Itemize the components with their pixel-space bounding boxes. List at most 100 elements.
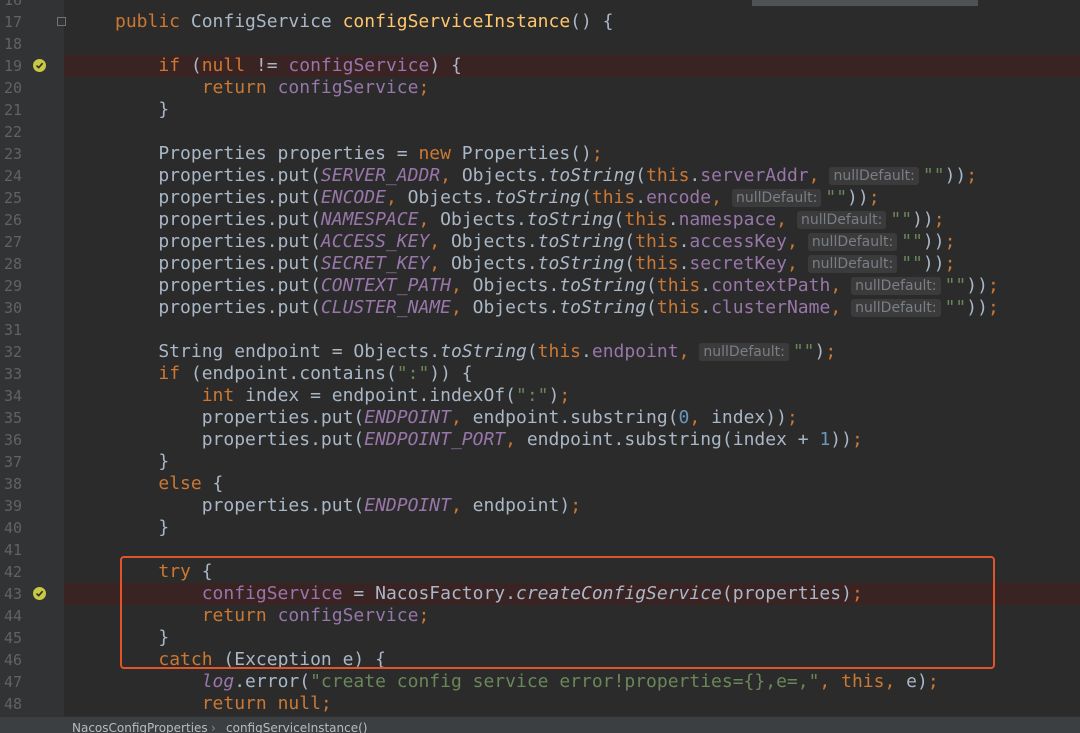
code-line[interactable]: } <box>64 99 1080 121</box>
gutter-line[interactable]: 39 <box>0 495 64 517</box>
gutter-line[interactable]: 37 <box>0 451 64 473</box>
code-line[interactable]: properties.put(NAMESPACE, Objects.toStri… <box>64 209 1080 231</box>
code-line[interactable]: properties.put(ENDPOINT, endpoint); <box>64 495 1080 517</box>
code-line[interactable]: int index = endpoint.indexOf(":"); <box>64 385 1080 407</box>
code-token: } <box>115 99 170 120</box>
code-line[interactable]: } <box>64 451 1080 473</box>
gutter-line[interactable]: 43 <box>0 583 64 605</box>
line-number: 17 <box>3 13 22 31</box>
code-token: "create config service error!properties=… <box>310 671 820 692</box>
breakpoint-check-icon[interactable] <box>33 587 46 600</box>
gutter-line[interactable]: 33 <box>0 363 64 385</box>
code-line[interactable]: if (null != configService) { <box>64 55 1080 77</box>
gutter-line[interactable]: 35 <box>0 407 64 429</box>
gutter-line[interactable]: 45 <box>0 627 64 649</box>
code-token: this <box>656 275 701 296</box>
code-line[interactable]: catch (Exception e) { <box>64 649 1080 671</box>
code-token: , <box>819 671 842 692</box>
code-token: , <box>884 671 907 692</box>
line-number: 47 <box>3 673 22 691</box>
breadcrumb-separator: › <box>211 721 216 733</box>
line-number: 37 <box>3 453 22 471</box>
code-token: configServiceInstance <box>342 11 571 32</box>
gutter-line[interactable]: 47 <box>0 671 64 693</box>
code-token: )) <box>912 209 934 230</box>
code-line[interactable] <box>64 33 1080 55</box>
code-token: , <box>505 429 527 450</box>
breadcrumb-class[interactable]: NacosConfigProperties <box>72 720 208 733</box>
code-token: , <box>450 275 473 296</box>
code-line[interactable]: properties.put(CONTEXT_PATH, Objects.toS… <box>64 275 1080 297</box>
code-token: "" <box>922 165 945 186</box>
code-line[interactable]: properties.put(ENDPOINT, endpoint.substr… <box>64 407 1080 429</box>
gutter-line[interactable]: 36 <box>0 429 64 451</box>
code-line[interactable]: else { <box>64 473 1080 495</box>
code-token: )) <box>847 187 869 208</box>
code-token: ; <box>825 341 837 362</box>
breakpoint-check-icon[interactable] <box>33 59 46 72</box>
gutter-line[interactable]: 19 <box>0 55 64 77</box>
code-line[interactable]: return null; <box>64 693 1080 715</box>
gutter-line[interactable]: 40 <box>0 517 64 539</box>
line-number: 24 <box>3 167 22 185</box>
gutter-line[interactable]: 46 <box>0 649 64 671</box>
code-line[interactable]: } <box>64 627 1080 649</box>
gutter-line[interactable]: 26 <box>0 209 64 231</box>
code-token: { <box>212 473 224 494</box>
code-line[interactable]: String endpoint = Objects.toString(this.… <box>64 341 1080 363</box>
gutter-line[interactable]: 38 <box>0 473 64 495</box>
code-line[interactable] <box>64 539 1080 561</box>
gutter-line[interactable]: 29 <box>0 275 64 297</box>
gutter-line[interactable]: 18 <box>0 33 64 55</box>
editor-gutter[interactable]: 16 17 18 19 20 21 22 23 24 25 26 27 28 29 30 31 32 33 34 35… <box>0 0 66 716</box>
gutter-line[interactable]: 30 <box>0 297 64 319</box>
gutter-line[interactable]: 48 <box>0 693 64 715</box>
parameter-hint: nullDefault: <box>851 277 941 295</box>
code-line[interactable]: Properties properties = new Properties()… <box>64 143 1080 165</box>
code-line[interactable]: log.error("create config service error!p… <box>64 671 1080 693</box>
gutter-line[interactable]: 34 <box>0 385 64 407</box>
gutter-line[interactable]: 17 <box>0 11 66 33</box>
gutter-line[interactable]: 22 <box>0 121 64 143</box>
gutter-line[interactable]: 27 <box>0 231 64 253</box>
code-token: e) <box>906 671 928 692</box>
gutter-line[interactable]: 20 <box>0 77 64 99</box>
code-token: , <box>450 407 473 428</box>
line-number: 38 <box>3 475 22 493</box>
gutter-line[interactable]: 23 <box>0 143 64 165</box>
code-line[interactable]: properties.put(CLUSTER_NAME, Objects.toS… <box>64 297 1080 319</box>
code-line[interactable]: try { <box>64 561 1080 583</box>
code-line[interactable]: properties.put(ACCESS_KEY, Objects.toStr… <box>64 231 1080 253</box>
code-line[interactable]: properties.put(SECRET_KEY, Objects.toStr… <box>64 253 1080 275</box>
gutter-line[interactable]: 31 <box>0 319 64 341</box>
code-line[interactable]: public ConfigService configServiceInstan… <box>64 11 1080 33</box>
code-line[interactable]: if (endpoint.contains(":")) { <box>64 363 1080 385</box>
code-token: toString <box>440 341 527 362</box>
code-token: ) <box>814 341 826 362</box>
code-line[interactable] <box>64 319 1080 341</box>
code-line[interactable]: return configService; <box>64 77 1080 99</box>
gutter-line[interactable]: 21 <box>0 99 64 121</box>
code-line[interactable]: return configService; <box>64 605 1080 627</box>
code-token: this <box>537 341 582 362</box>
code-line[interactable]: properties.put(ENCODE, Objects.toString(… <box>64 187 1080 209</box>
gutter-line[interactable]: 44 <box>0 605 64 627</box>
gutter-line[interactable]: 32 <box>0 341 64 363</box>
code-line[interactable]: properties.put(SERVER_ADDR, Objects.toSt… <box>64 165 1080 187</box>
line-number: 19 <box>3 57 22 75</box>
code-token: )) <box>830 429 852 450</box>
code-editor[interactable]: 16 17 18 19 20 21 22 23 24 25 26 27 28 29 30 31 32 33 34 35… <box>0 0 1080 716</box>
code-line[interactable] <box>64 121 1080 143</box>
gutter-line[interactable]: 28 <box>0 253 64 275</box>
code-line[interactable]: } <box>64 517 1080 539</box>
breadcrumb-method[interactable]: configServiceInstance() <box>226 720 367 733</box>
editor-scroll-indicator[interactable] <box>752 0 978 6</box>
gutter-line[interactable]: 25 <box>0 187 64 209</box>
gutter-line[interactable]: 24 <box>0 165 64 187</box>
gutter-line[interactable]: 16 <box>0 0 64 11</box>
code-line[interactable]: configService = NacosFactory.createConfi… <box>64 583 1080 605</box>
code-line[interactable]: properties.put(ENDPOINT_PORT, endpoint.s… <box>64 429 1080 451</box>
gutter-line[interactable]: 41 <box>0 539 64 561</box>
gutter-line[interactable]: 42 <box>0 561 64 583</box>
code-token: , <box>830 275 842 296</box>
